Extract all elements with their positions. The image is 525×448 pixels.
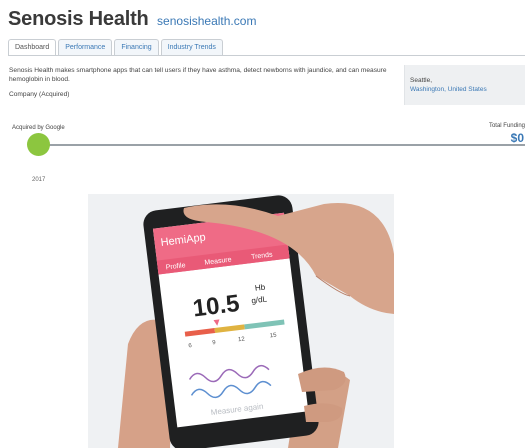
tab-financing[interactable]: Financing — [114, 39, 159, 55]
acquisition-label: Acquired by Google — [12, 125, 65, 131]
hb-unit-top: Hb — [254, 283, 266, 293]
timeline-event-marker[interactable] — [27, 133, 50, 156]
tab-divider — [8, 55, 525, 56]
company-header: Senosis Health senosishealth.com — [8, 8, 256, 31]
location-city: Seattle, — [410, 77, 433, 84]
tab-performance[interactable]: Performance — [58, 39, 113, 55]
company-description: Senosis Health makes smartphone apps tha… — [9, 67, 387, 83]
timeline-year: 2017 — [32, 177, 46, 183]
tab-bar: Dashboard Performance Financing Industry… — [8, 39, 225, 55]
tab-industry-trends[interactable]: Industry Trends — [160, 39, 223, 55]
product-photo-illustration: HemiApp Profile Measure Trends 10.5 Hb g… — [88, 194, 394, 448]
location-panel: Seattle, Washington, United States — [404, 65, 525, 105]
location-region-link[interactable]: Washington, United States — [410, 86, 525, 95]
company-status: Company (Acquired) — [9, 91, 70, 98]
total-funding-value[interactable]: $0 — [511, 131, 524, 145]
hb-reading-value: 10.5 — [191, 290, 241, 322]
total-funding-label: Total Funding — [488, 123, 525, 129]
tab-dashboard[interactable]: Dashboard — [8, 39, 57, 55]
company-name: Senosis Health — [8, 8, 149, 30]
company-website-link[interactable]: senosishealth.com — [157, 14, 256, 28]
timeline-track — [38, 144, 525, 146]
product-photo: HemiApp Profile Measure Trends 10.5 Hb g… — [88, 194, 394, 448]
